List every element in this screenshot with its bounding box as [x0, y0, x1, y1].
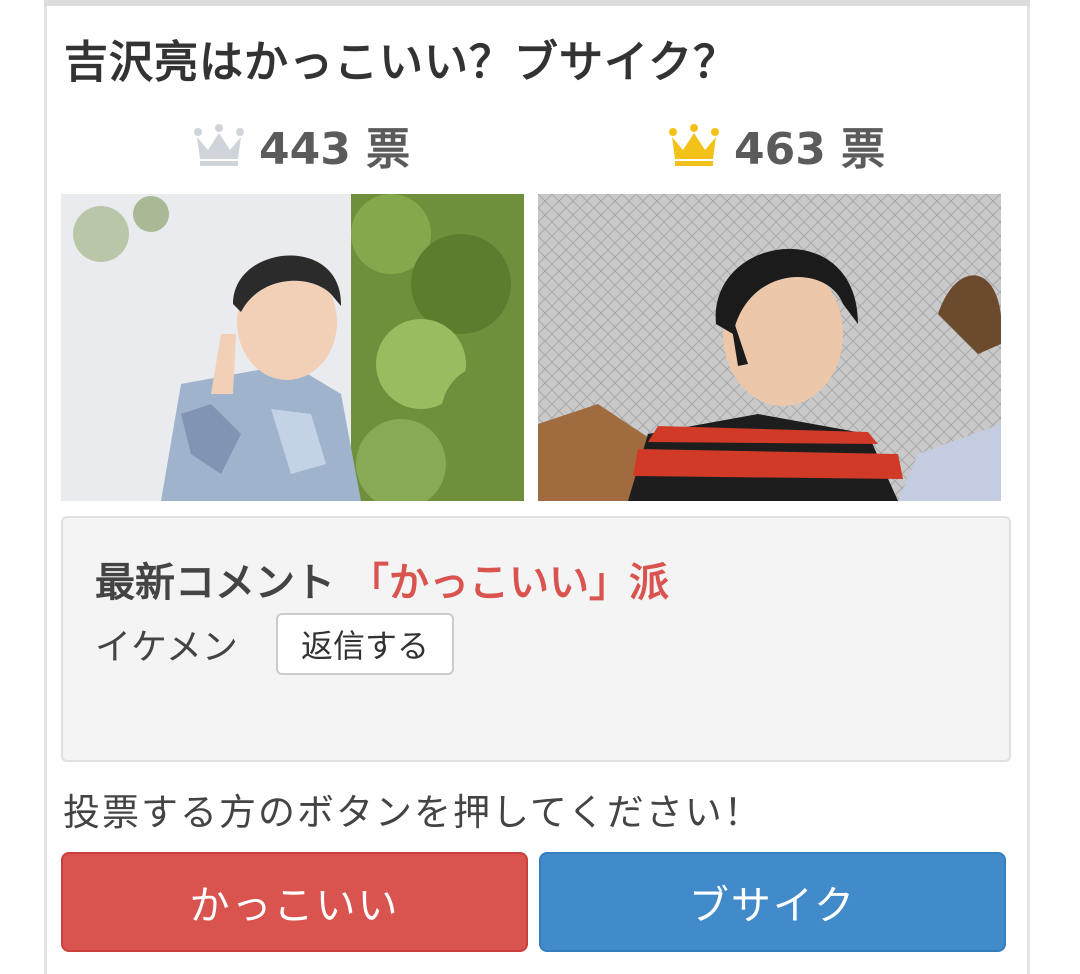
right-option-photo[interactable]	[538, 194, 1001, 501]
frame-right-border	[1027, 0, 1030, 974]
vote-ugly-button[interactable]: ブサイク	[539, 852, 1006, 952]
gold-crown-icon	[669, 124, 719, 166]
reply-button[interactable]: 返信する	[276, 613, 454, 675]
right-vote-count-row: 463 票	[668, 115, 885, 175]
left-vote-count: 443 票	[259, 124, 411, 175]
vote-instruction: 投票する方のボタンを押してください！	[63, 791, 763, 834]
frame-top-border	[44, 0, 1030, 6]
comment-body: イケメン	[95, 627, 238, 668]
right-vote-count: 463 票	[734, 124, 886, 175]
latest-comment-panel: 最新コメント 「かっこいい」派 イケメン 返信する	[61, 516, 1011, 762]
frame-left-border	[44, 0, 47, 974]
right-photo-illustration	[538, 194, 1001, 501]
vote-cool-button[interactable]: かっこいい	[61, 852, 528, 952]
latest-comment-heading: 最新コメント 「かっこいい」派	[95, 550, 669, 608]
left-photo-illustration	[61, 194, 524, 501]
silver-crown-icon	[194, 124, 244, 166]
comment-side-label: 「かっこいい」派	[349, 560, 669, 606]
page-title: 吉沢亮はかっこいい？ブサイク？	[64, 37, 739, 88]
left-option-photo[interactable]	[61, 194, 524, 501]
latest-comment-title: 最新コメント	[95, 560, 335, 606]
left-vote-count-row: 443 票	[193, 115, 410, 175]
